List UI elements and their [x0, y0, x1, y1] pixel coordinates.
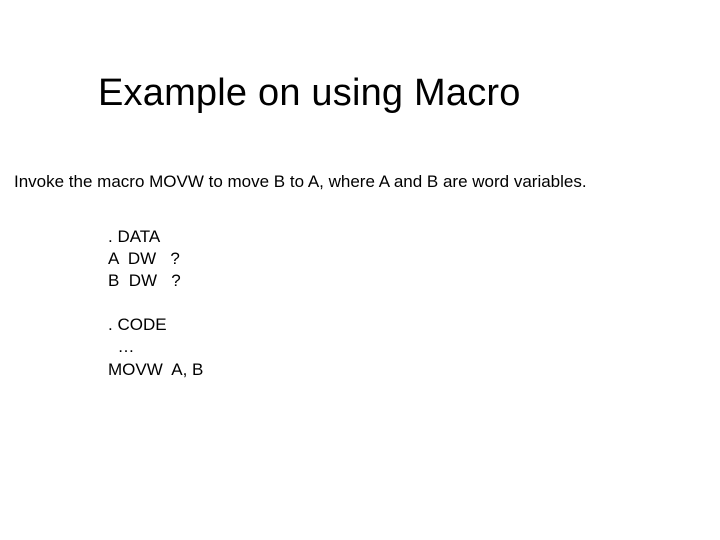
code-line: . CODE [108, 315, 167, 334]
code-line: … [108, 337, 134, 356]
slide-title: Example on using Macro [98, 72, 521, 115]
slide-subtext: Invoke the macro MOVW to move B to A, wh… [14, 172, 587, 192]
code-line: A DW ? [108, 249, 180, 268]
code-block: . DATA A DW ? B DW ? . CODE … MOVW A, B [108, 226, 203, 381]
code-line: . DATA [108, 227, 160, 246]
code-line: B DW ? [108, 271, 181, 290]
slide: Example on using Macro Invoke the macro … [0, 0, 720, 540]
code-line: MOVW A, B [108, 360, 203, 379]
